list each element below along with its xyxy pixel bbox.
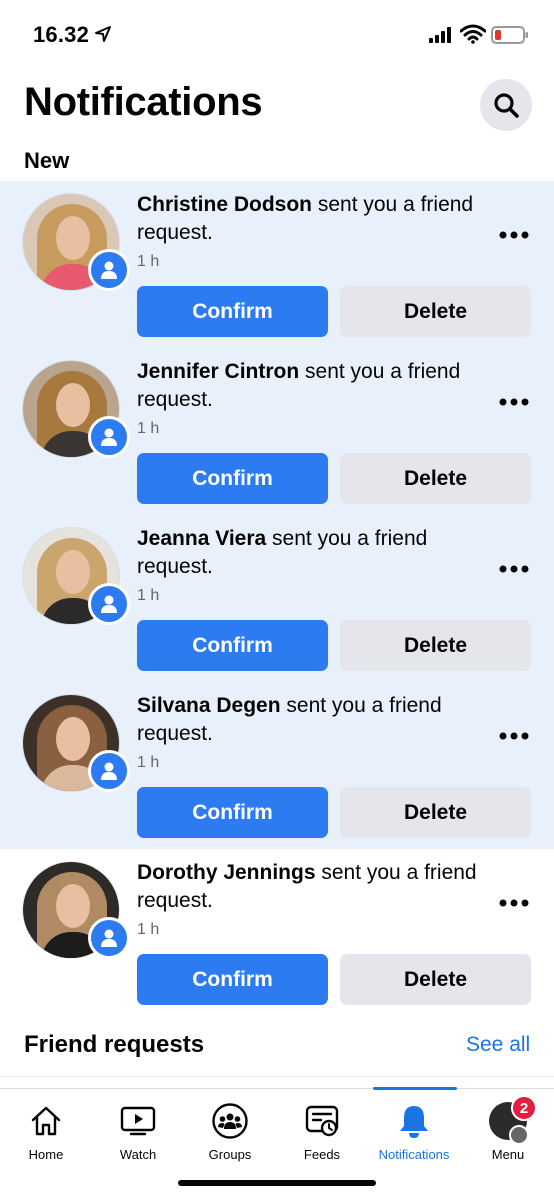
notification-item[interactable]: Jennifer Cintron sent you a friend reque… bbox=[0, 348, 554, 515]
status-time: 16.32 bbox=[33, 22, 90, 47]
feeds-icon bbox=[305, 1105, 339, 1137]
search-icon bbox=[494, 93, 519, 118]
notification-text: Jeanna Viera sent you a friend request. bbox=[137, 525, 477, 581]
friend-request-badge bbox=[88, 583, 130, 625]
tab-groups[interactable]: Groups bbox=[184, 1089, 276, 1171]
notification-time: 1 h bbox=[137, 420, 160, 437]
more-options-icon[interactable] bbox=[498, 229, 530, 241]
notification-item[interactable]: Dorothy Jennings sent you a friend reque… bbox=[0, 849, 554, 1016]
delete-button[interactable]: Delete bbox=[340, 286, 531, 337]
location-arrow-icon bbox=[95, 26, 111, 42]
delete-button[interactable]: Delete bbox=[340, 453, 531, 504]
see-all-link[interactable]: See all bbox=[466, 1033, 530, 1057]
notification-item[interactable]: Christine Dodson sent you a friend reque… bbox=[0, 181, 554, 348]
page-title: Notifications bbox=[24, 80, 263, 124]
tab-label: Groups bbox=[208, 1147, 252, 1162]
person-icon bbox=[101, 929, 117, 947]
delete-button[interactable]: Delete bbox=[340, 620, 531, 671]
person-icon bbox=[101, 762, 117, 780]
home-indicator bbox=[178, 1180, 376, 1186]
notification-time: 1 h bbox=[137, 253, 160, 270]
tab-label: Watch bbox=[119, 1147, 157, 1162]
more-options-icon[interactable] bbox=[498, 730, 530, 742]
sender-name: Christine Dodson bbox=[137, 193, 313, 216]
menu-notification-badge: 2 bbox=[511, 1095, 537, 1121]
more-options-icon[interactable] bbox=[498, 563, 530, 575]
menu-hamburger-icon bbox=[509, 1125, 529, 1145]
sender-name: Jeanna Viera bbox=[137, 527, 267, 550]
section-heading-new: New bbox=[24, 148, 70, 173]
confirm-button[interactable]: Confirm bbox=[137, 954, 328, 1005]
notification-time: 1 h bbox=[137, 921, 160, 938]
tab-home[interactable]: Home bbox=[0, 1089, 92, 1171]
avatar[interactable] bbox=[22, 861, 130, 959]
tab-label: Home bbox=[28, 1147, 64, 1162]
person-icon bbox=[101, 428, 117, 446]
tab-feeds[interactable]: Feeds bbox=[276, 1089, 368, 1171]
friend-request-badge bbox=[88, 249, 130, 291]
groups-icon bbox=[212, 1103, 248, 1139]
notification-item[interactable]: Silvana Degen sent you a friend request.… bbox=[0, 682, 554, 849]
tab-label: Feeds bbox=[303, 1147, 341, 1162]
delete-button[interactable]: Delete bbox=[340, 954, 531, 1005]
more-options-icon[interactable] bbox=[498, 396, 530, 408]
notification-text: Jennifer Cintron sent you a friend reque… bbox=[137, 358, 477, 414]
avatar[interactable] bbox=[22, 694, 130, 792]
sender-name: Jennifer Cintron bbox=[137, 360, 300, 383]
person-icon bbox=[101, 595, 117, 613]
friend-requests-heading: Friend requests bbox=[24, 1031, 205, 1058]
search-button[interactable] bbox=[480, 79, 532, 131]
tab-menu[interactable]: Menu bbox=[462, 1089, 554, 1171]
sender-name: Dorothy Jennings bbox=[137, 861, 316, 884]
confirm-button[interactable]: Confirm bbox=[137, 787, 328, 838]
notification-text: Christine Dodson sent you a friend reque… bbox=[137, 191, 477, 247]
friend-request-badge bbox=[88, 750, 130, 792]
notification-time: 1 h bbox=[137, 587, 160, 604]
wifi-icon bbox=[460, 24, 486, 44]
confirm-button[interactable]: Confirm bbox=[137, 620, 328, 671]
tab-label: Notifications bbox=[378, 1147, 450, 1162]
avatar[interactable] bbox=[22, 360, 130, 458]
confirm-button[interactable]: Confirm bbox=[137, 453, 328, 504]
sender-name: Silvana Degen bbox=[137, 694, 281, 717]
bell-icon bbox=[400, 1106, 428, 1138]
notification-text: Dorothy Jennings sent you a friend reque… bbox=[137, 859, 477, 915]
avatar[interactable] bbox=[22, 193, 130, 291]
friend-request-badge bbox=[88, 917, 130, 959]
person-icon bbox=[101, 261, 117, 279]
delete-button[interactable]: Delete bbox=[340, 787, 531, 838]
friend-requests-list-peek bbox=[0, 1076, 554, 1088]
confirm-button[interactable]: Confirm bbox=[137, 286, 328, 337]
avatar[interactable] bbox=[22, 527, 130, 625]
tab-watch[interactable]: Watch bbox=[92, 1089, 184, 1171]
more-options-icon[interactable] bbox=[498, 897, 530, 909]
tab-notifications[interactable]: Notifications bbox=[368, 1089, 460, 1171]
watch-play-icon bbox=[120, 1106, 156, 1136]
friend-request-badge bbox=[88, 416, 130, 458]
notification-item[interactable]: Jeanna Viera sent you a friend request. … bbox=[0, 515, 554, 682]
notification-text: Silvana Degen sent you a friend request. bbox=[137, 692, 477, 748]
status-bar: 16.32 bbox=[0, 0, 554, 70]
battery-low-icon bbox=[491, 26, 528, 44]
signal-icon bbox=[429, 27, 451, 43]
notification-time: 1 h bbox=[137, 754, 160, 771]
home-icon bbox=[31, 1106, 61, 1136]
tab-label: Menu bbox=[491, 1147, 525, 1162]
